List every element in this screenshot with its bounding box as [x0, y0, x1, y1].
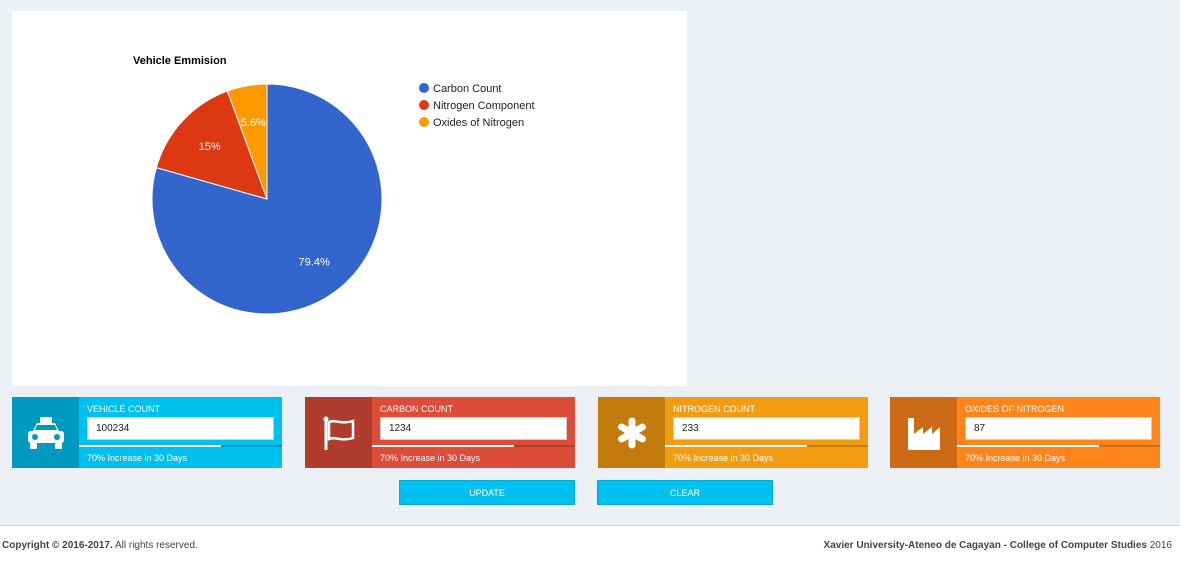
oxides-of-nitrogen-box: OXIDES OF NITROGEN 70% Increase in 30 Da… — [890, 397, 1160, 468]
clear-button[interactable]: CLEAR — [597, 480, 773, 505]
copyright-text: Copyright © 2016-2017. All rights reserv… — [2, 540, 198, 551]
nitrogen-count-box: NITROGEN COUNT 70% Increase in 30 Days — [598, 397, 868, 468]
vehicle-count-box: VEHICLE COUNT 70% Increase in 30 Days — [12, 397, 282, 468]
legend-label[interactable]: Oxides of Nitrogen — [433, 117, 524, 129]
slice-percent-label: 15% — [199, 141, 221, 153]
asterisk-icon — [598, 397, 665, 468]
vehicle-count-description: 70% Increase in 30 Days — [87, 453, 188, 463]
taxi-icon — [12, 397, 79, 468]
oxides-of-nitrogen-label: OXIDES OF NITROGEN — [965, 404, 1065, 414]
footer: Copyright © 2016-2017. All rights reserv… — [0, 525, 1180, 564]
carbon-count-label: CARBON COUNT — [380, 404, 454, 414]
vehicle-count-progress — [79, 445, 282, 447]
carbon-count-box: CARBON COUNT 70% Increase in 30 Days — [305, 397, 575, 468]
organization-name: Xavier University-Ateneo de Cagayan - Co… — [823, 540, 1147, 551]
legend-marker — [419, 117, 429, 127]
chart-title: Vehicle Emmision — [133, 55, 227, 67]
vehicle-count-input[interactable] — [87, 417, 274, 440]
organization-text: Xavier University-Ateneo de Cagayan - Co… — [824, 540, 1172, 551]
nitrogen-count-description: 70% Increase in 30 Days — [673, 453, 774, 463]
slice-percent-label: 79.4% — [299, 256, 330, 268]
legend-marker — [419, 83, 429, 93]
oxides-of-nitrogen-description: 70% Increase in 30 Days — [965, 453, 1066, 463]
organization-year: 2016 — [1146, 540, 1172, 551]
slice-percent-label: 5.6% — [241, 117, 266, 129]
oxides-of-nitrogen-input[interactable] — [965, 417, 1152, 440]
pie-chart: Vehicle Emmision 79.4% 15% 5.6% Carbon Cou… — [133, 55, 535, 315]
copyright-bold: Copyright © 2016-2017. — [2, 540, 113, 551]
chart-panel: Vehicle Emmision 79.4% 15% 5.6% Carbon Cou… — [12, 11, 687, 386]
copyright-rest: All rights reserved. — [112, 540, 198, 551]
nitrogen-count-input[interactable] — [673, 417, 860, 440]
oxides-of-nitrogen-progress — [957, 445, 1160, 447]
vehicle-count-label: VEHICLE COUNT — [87, 404, 161, 414]
nitrogen-count-label: NITROGEN COUNT — [673, 404, 755, 414]
carbon-count-input[interactable] — [380, 417, 567, 440]
flag-icon — [305, 397, 372, 468]
legend-marker — [419, 100, 429, 110]
legend-label[interactable]: Nitrogen Component — [433, 100, 535, 112]
industry-icon — [890, 397, 957, 468]
legend-label[interactable]: Carbon Count — [433, 83, 502, 95]
nitrogen-count-progress — [665, 445, 868, 447]
update-button[interactable]: UPDATE — [399, 480, 575, 505]
carbon-count-description: 70% Increase in 30 Days — [380, 453, 481, 463]
carbon-count-progress — [372, 445, 575, 447]
